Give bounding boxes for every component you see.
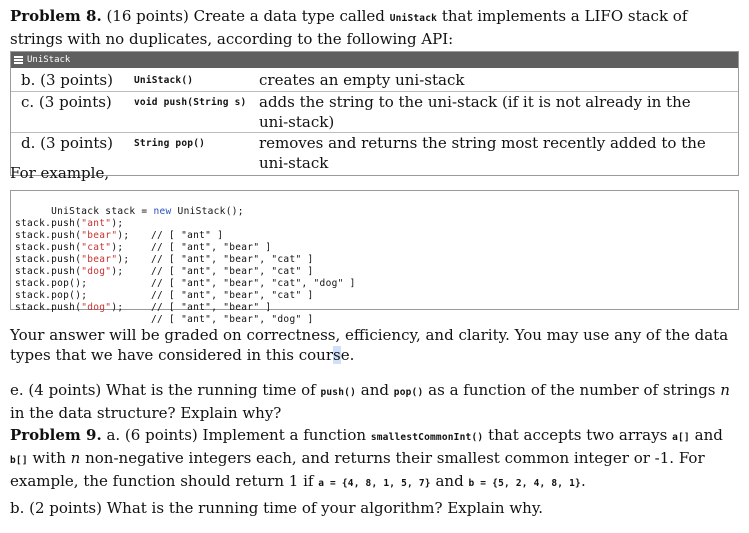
example-a: a = {4, 8, 1, 5, 7}	[318, 478, 431, 489]
code-string: "bear"	[81, 230, 118, 241]
code-line: stack.push("dog"); // [ "ant", "bear", "…	[15, 254, 355, 289]
code-text: );	[117, 254, 130, 265]
grading-note: Your answer will be graded on correctnes…	[10, 325, 739, 365]
grading-text-end: e.	[340, 346, 355, 364]
api-table: UniStack b. (3 points) UniStack() create…	[10, 51, 739, 176]
code-text: );	[117, 230, 130, 241]
api-description: removes and returns the string most rece…	[259, 134, 706, 172]
code-text: );	[111, 242, 124, 253]
part-e-text: e. (4 points) What is the running time o…	[10, 381, 316, 399]
code-text: );	[111, 266, 124, 277]
api-signature: String pop()	[134, 138, 206, 149]
api-row: d. (3 points) String pop() removes and r…	[11, 133, 738, 173]
grading-text: Your answer will be graded on correctnes…	[10, 326, 729, 364]
code-line: stack.push("cat"); // [ "ant", "bear", "…	[15, 230, 313, 265]
array-b: b[]	[10, 455, 28, 466]
code-line: stack.push("bear"); // [ "ant", "bear" ]	[15, 218, 271, 253]
code-comment: // [ "ant" ]	[151, 230, 224, 241]
code-comment: // [ "ant", "bear", "cat", "dog" ]	[151, 278, 356, 289]
code-text: stack.push(	[15, 302, 82, 313]
api-part: b. (3 points)	[21, 71, 113, 89]
part-e-question: e. (4 points) What is the running time o…	[10, 380, 739, 423]
push-code: push()	[320, 387, 356, 398]
code-comment: // [ "ant", "bear", "cat" ]	[151, 290, 314, 301]
pop-code: pop()	[393, 387, 424, 398]
type-name: UniStack	[389, 13, 438, 24]
text-cursor-highlight: s	[333, 346, 341, 364]
api-signature: void push(String s)	[134, 97, 247, 108]
code-string: "dog"	[81, 302, 112, 313]
problem-9-text: that accepts two arrays	[488, 426, 668, 444]
code-comment: // [ "ant", "bear", "cat" ]	[151, 266, 314, 277]
problem-9-text: a. (6 points) Implement a function	[106, 426, 367, 444]
code-string: "bear"	[81, 254, 118, 265]
api-description: adds the string to the uni-stack (if it …	[259, 93, 691, 131]
problem-9-text: and	[694, 426, 723, 444]
code-text: );	[111, 302, 124, 313]
function-name: smallestCommonInt()	[370, 432, 484, 443]
code-line: stack.push("bear"); // [ "ant", "bear", …	[15, 242, 313, 277]
code-comment: // [ "ant", "bear" ]	[151, 302, 272, 313]
math-n: n	[70, 449, 81, 467]
api-description: creates an empty uni-stack	[259, 71, 465, 89]
code-keyword: new	[153, 206, 172, 217]
code-line: stack.push("ant"); // [ "ant" ]	[15, 206, 223, 241]
problem-8-heading: Problem 8.	[10, 7, 102, 25]
problem-8-intro: Problem 8. (16 points) Create a data typ…	[10, 6, 739, 49]
problem-9-part-b: b. (2 points) What is the running time o…	[10, 499, 544, 517]
problem-9-text: and	[435, 472, 464, 490]
for-example-label: For example,	[10, 164, 110, 182]
problem-9-question: Problem 9. a. (6 points) Implement a fun…	[10, 425, 739, 494]
code-text: UniStack();	[171, 206, 244, 217]
part-e-text: as a function of the number of strings	[428, 381, 716, 399]
code-line: stack.pop(); // [ "ant", "bear" ]	[15, 278, 271, 313]
array-a: a[]	[672, 432, 690, 443]
list-icon	[14, 56, 23, 64]
api-row: b. (3 points) UniStack() creates an empt…	[11, 70, 738, 91]
api-header-label: UniStack	[27, 55, 71, 65]
example-b: b = {5, 2, 4, 8, 1}	[468, 478, 581, 489]
code-line: stack.push("dog"); // [ "ant", "bear", "…	[15, 290, 313, 325]
part-e-text: and	[360, 381, 389, 399]
problem-9-heading: Problem 9.	[10, 426, 102, 444]
code-text: );	[111, 218, 124, 229]
code-comment: // [ "ant", "bear" ]	[151, 242, 272, 253]
math-n: n	[720, 381, 730, 399]
api-table-header: UniStack	[11, 52, 738, 68]
problem-8-text: (16 points) Create a data type called	[106, 7, 385, 25]
part-e-text: in the data structure? Explain why?	[10, 404, 282, 422]
code-string: "cat"	[81, 242, 112, 253]
code-string: "dog"	[81, 266, 112, 277]
code-line: stack.pop(); // [ "ant", "bear", "cat" ]	[15, 266, 313, 301]
code-line: UniStack stack = new UniStack();	[15, 194, 244, 217]
code-block: UniStack stack = new UniStack(); stack.p…	[10, 190, 739, 325]
api-signature: UniStack()	[134, 75, 194, 86]
api-row: c. (3 points) void push(String s) adds t…	[11, 91, 738, 133]
problem-9-text: .	[580, 472, 586, 490]
problem-9-text: with	[32, 449, 66, 467]
code-string: "ant"	[81, 218, 112, 229]
code-comment: // [ "ant", "bear", "cat" ]	[151, 254, 314, 265]
api-part: c. (3 points)	[21, 93, 112, 111]
code-text: UniStack stack =	[51, 206, 154, 217]
